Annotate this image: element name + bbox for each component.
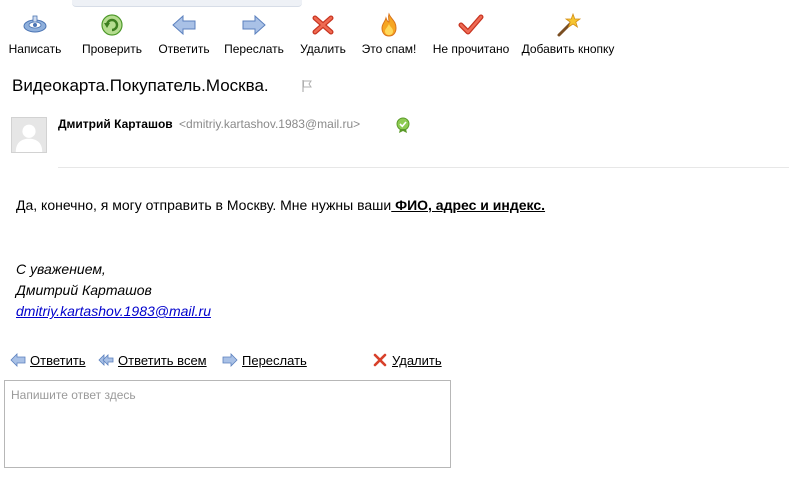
forward-link-label: Переслать	[242, 353, 307, 368]
compose-icon	[23, 15, 47, 33]
delete-link-label: Удалить	[392, 353, 442, 368]
signature-name: Дмитрий Карташов	[16, 282, 152, 298]
signature-email-link[interactable]: dmitriy.kartashov.1983@mail.ru	[16, 303, 211, 319]
sender-name[interactable]: Дмитрий Карташов	[58, 117, 173, 131]
forward-small-icon	[222, 353, 238, 367]
mark-unread-button[interactable]: Не прочитано	[430, 12, 512, 58]
top-tab-strip	[72, 0, 302, 7]
mark-unread-label: Не прочитано	[432, 42, 510, 56]
reply-actions-bar: Ответить Ответить всем Переслать Удалить	[0, 353, 789, 371]
signature-regards: С уважением,	[16, 261, 106, 277]
reply-button[interactable]: Ответить	[156, 12, 212, 58]
reply-all-link[interactable]: Ответить всем	[98, 353, 207, 368]
signature-email-wrap: dmitriy.kartashov.1983@mail.ru	[16, 303, 211, 319]
forward-arrow-icon	[242, 14, 266, 36]
sender-line: Дмитрий Карташов <dmitriy.kartashov.1983…	[58, 117, 360, 131]
flag-icon[interactable]	[300, 79, 314, 93]
reply-link[interactable]: Ответить	[10, 353, 86, 368]
add-button-button[interactable]: Добавить кнопку	[520, 12, 616, 58]
reply-arrow-icon	[172, 14, 196, 36]
mail-toolbar: Написать Проверить Ответить Переслать Уд…	[0, 12, 789, 60]
mail-message-page: Написать Проверить Ответить Переслать Уд…	[0, 0, 789, 485]
verified-sender-icon	[396, 117, 410, 133]
reply-all-link-label: Ответить всем	[118, 353, 207, 368]
compose-button[interactable]: Написать	[6, 12, 64, 58]
body-bold-text: ФИО, адрес и индекс.	[391, 197, 546, 213]
default-avatar-icon	[15, 124, 43, 152]
spam-button[interactable]: Это спам!	[359, 12, 419, 58]
fire-icon	[381, 12, 397, 37]
forward-link[interactable]: Переслать	[222, 353, 307, 368]
header-divider	[58, 167, 789, 168]
magic-wand-icon	[557, 12, 581, 37]
spam-label: Это спам!	[361, 42, 417, 56]
sender-avatar	[11, 117, 47, 153]
reply-label: Ответить	[158, 42, 210, 56]
message-body-line: Да, конечно, я могу отправить в Москву. …	[16, 197, 545, 213]
compose-label: Написать	[8, 42, 62, 56]
delete-link[interactable]: Удалить	[372, 353, 442, 368]
forward-button[interactable]: Переслать	[222, 12, 286, 58]
delete-label: Удалить	[300, 42, 346, 56]
reply-all-small-icon	[98, 354, 114, 366]
check-mail-button[interactable]: Проверить	[80, 12, 144, 58]
add-button-label: Добавить кнопку	[521, 42, 615, 56]
message-subject: Видеокарта.Покупатель.Москва.	[12, 76, 269, 95]
reply-small-icon	[10, 353, 26, 367]
sender-email[interactable]: <dmitriy.kartashov.1983@mail.ru>	[179, 117, 360, 131]
refresh-icon	[101, 14, 123, 36]
reply-link-label: Ответить	[30, 353, 86, 368]
body-text: Да, конечно, я могу отправить в Москву. …	[16, 197, 392, 213]
quick-reply-textarea[interactable]	[4, 380, 451, 468]
delete-button[interactable]: Удалить	[297, 12, 349, 58]
check-mail-label: Проверить	[81, 42, 142, 56]
forward-label: Переслать	[224, 42, 284, 56]
checkmark-icon	[458, 14, 484, 35]
delete-small-icon	[373, 353, 387, 367]
delete-cross-icon	[312, 15, 334, 35]
